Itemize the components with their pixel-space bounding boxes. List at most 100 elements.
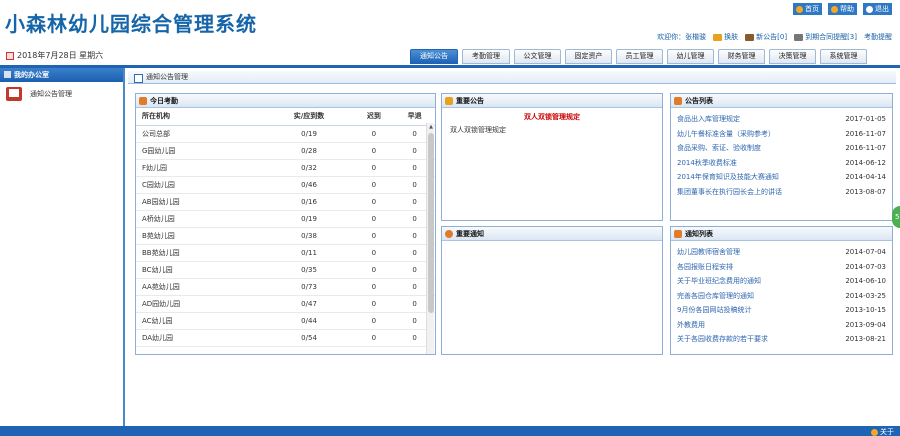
list-item[interactable]: 2014年保育知识及技能大赛通知 2014-04-14 [677, 170, 886, 185]
list-item[interactable]: 幼儿园教师宿舍管理 2014-07-04 [677, 245, 886, 260]
table-cell: 0/11 [264, 244, 354, 262]
table-cell: F幼儿园 [136, 159, 265, 177]
important-notice-panel: 重要公告 双人双锁管理规定 双人双锁管理规定 [441, 93, 663, 221]
contract-link[interactable]: 到期合同提醒[3] [794, 32, 857, 42]
date-text: 2018年7月28日 星期六 [17, 51, 104, 60]
important-notice-title: 重要公告 [456, 97, 484, 105]
list-item-title[interactable]: 食品采购、索证、验收制度 [677, 141, 761, 156]
home-icon [796, 5, 803, 13]
tab-system[interactable]: 系统管理 [820, 49, 867, 64]
table-cell: 0/19 [264, 125, 354, 143]
home-label: 首页 [805, 5, 819, 13]
important-inform-header: 重要通知 [442, 227, 662, 241]
sidebar-title: 我的办公室 [0, 68, 123, 82]
scroll-up-arrow-icon[interactable]: ▲ [428, 124, 434, 130]
breadcrumb: 通知公告管理 [128, 71, 896, 84]
exit-icon [866, 5, 873, 13]
list-item[interactable]: 各园报账日程安排 2014-07-03 [677, 260, 886, 275]
inform-list: 幼儿园教师宿舍管理 2014-07-04 各园报账日程安排 2014-07-03 关于毕… [671, 241, 892, 351]
list-item-title[interactable]: 完善各园仓库管理的通知 [677, 289, 754, 304]
list-item-title[interactable]: 外教费用 [677, 318, 705, 333]
list-item[interactable]: 幼儿午餐标准含量（采购参考） 2016-11-07 [677, 127, 886, 142]
skin-link[interactable]: 换肤 [713, 32, 738, 42]
floating-side-button[interactable]: 5 [892, 206, 900, 228]
attendance-title: 今日考勤 [150, 97, 178, 105]
about-link[interactable]: 关于 [871, 427, 894, 436]
list-item[interactable]: 外教费用 2013-09-04 [677, 318, 886, 333]
attendance-remind-link[interactable]: 考勤提醒 [864, 32, 892, 42]
attendance-table-header: 所在机构 实/应到数 迟到 早退 [136, 108, 435, 126]
scroll-thumb[interactable] [428, 133, 434, 313]
footer-bar: 关于 [0, 426, 900, 436]
list-item-date: 2013-10-15 [845, 306, 886, 314]
attendance-icon [139, 97, 147, 105]
list-item[interactable]: 2014秋季收费标准 2014-06-12 [677, 156, 886, 171]
list-item-date: 2013-08-07 [845, 187, 886, 196]
list-item-title[interactable]: 各园报账日程安排 [677, 260, 733, 275]
list-item[interactable]: 完善各园仓库管理的通知 2014-03-25 [677, 289, 886, 304]
table-cell: A桥幼儿园 [136, 210, 265, 228]
list-item[interactable]: 9月份各园网站投稿统计 2013-10-15 [677, 303, 886, 318]
sidebar-item-label: 通知公告管理 [30, 90, 72, 98]
list-item-date: 2016-11-07 [845, 129, 886, 138]
tab-staff[interactable]: 员工管理 [616, 49, 663, 64]
tab-notice[interactable]: 通知公告 [410, 49, 458, 64]
table-cell: AB园幼儿园 [136, 193, 265, 211]
list-item-title[interactable]: 幼儿园教师宿舍管理 [677, 245, 740, 260]
table-cell: 0/19 [264, 210, 354, 228]
table-row: G园幼儿园 0/28 0 0 [136, 142, 435, 160]
table-cell: 0/44 [264, 312, 354, 330]
list-item-title[interactable]: 2014年保育知识及技能大赛通知 [677, 170, 779, 185]
list-item[interactable]: 食品出入库管理规定 2017-01-05 [677, 112, 886, 127]
tab-children[interactable]: 幼儿管理 [667, 49, 714, 64]
list-item-date: 2013-08-21 [845, 335, 886, 343]
table-cell: 0/16 [264, 193, 354, 211]
table-cell: 0 [353, 329, 395, 347]
list-item-title[interactable]: 2014秋季收费标准 [677, 156, 737, 171]
date-display: 2018年7月28日 星期六 [6, 50, 103, 61]
attendance-scrollbar[interactable]: ▲ ▼ [426, 123, 434, 354]
help-link[interactable]: 帮助 [828, 3, 857, 15]
tab-attendance[interactable]: 考勤管理 [462, 49, 510, 64]
tab-assets[interactable]: 固定资产 [565, 49, 612, 64]
list-item-title[interactable]: 关于毕业班纪念费用的通知 [677, 274, 761, 289]
help-label: 帮助 [840, 5, 854, 13]
attendance-table: 所在机构 实/应到数 迟到 早退 公司总部 0/19 0 0 G园幼儿园 0/28 0 0 F幼儿园 0… [136, 108, 435, 347]
table-row: 公司总部 0/19 0 0 [136, 125, 435, 143]
important-inform-panel: 重要通知 [441, 226, 663, 355]
list-item-title[interactable]: 9月份各园网站投稿统计 [677, 303, 751, 318]
list-item[interactable]: 关于各园收费存款的若干要求 2013-08-21 [677, 332, 886, 347]
tab-documents[interactable]: 公文管理 [514, 49, 561, 64]
tab-decision[interactable]: 决策管理 [769, 49, 816, 64]
important-notice-header: 重要公告 [442, 94, 662, 108]
house-icon [674, 97, 682, 105]
list-item[interactable]: 食品采购、索证、验收制度 2016-11-07 [677, 141, 886, 156]
table-cell: DA幼儿园 [136, 329, 265, 347]
list-item-title[interactable]: 集团董事长在执行园长会上的讲话 [677, 185, 782, 200]
table-row: AA苑幼儿园 0/73 0 0 [136, 278, 435, 296]
table-cell: 公司总部 [136, 125, 265, 143]
house-icon [674, 230, 682, 238]
attendance-remind-label: 考勤提醒 [864, 33, 892, 41]
home-link[interactable]: 首页 [793, 3, 822, 15]
list-item-title[interactable]: 幼儿午餐标准含量（采购参考） [677, 127, 775, 142]
skin-icon [713, 33, 723, 41]
sidebar-item-notice-management[interactable]: 通知公告管理 [0, 82, 123, 106]
new-notice-link[interactable]: 新公告[0] [745, 32, 787, 42]
inform-list-title: 通知列表 [685, 230, 713, 238]
list-item-title[interactable]: 食品出入库管理规定 [677, 112, 740, 127]
table-cell: 0 [353, 176, 395, 194]
inform-list-header: 通知列表 [671, 227, 892, 241]
help-icon [831, 5, 838, 13]
list-item-title[interactable]: 关于各园收费存款的若干要求 [677, 332, 768, 347]
table-cell: 0 [353, 227, 395, 245]
list-item[interactable]: 关于毕业班纪念费用的通知 2014-06-10 [677, 274, 886, 289]
list-item[interactable]: 集团董事长在执行园长会上的讲话 2013-08-07 [677, 185, 886, 200]
table-cell: 0 [353, 142, 395, 160]
exit-link[interactable]: 退出 [863, 3, 892, 15]
important-notice-headline[interactable]: 双人双锁管理规定 [442, 108, 662, 122]
tab-finance[interactable]: 财务管理 [718, 49, 765, 64]
table-row: DA幼儿园 0/54 0 0 [136, 329, 435, 347]
notice-list-header: 公告列表 [671, 94, 892, 108]
table-cell: BC幼儿园 [136, 261, 265, 279]
